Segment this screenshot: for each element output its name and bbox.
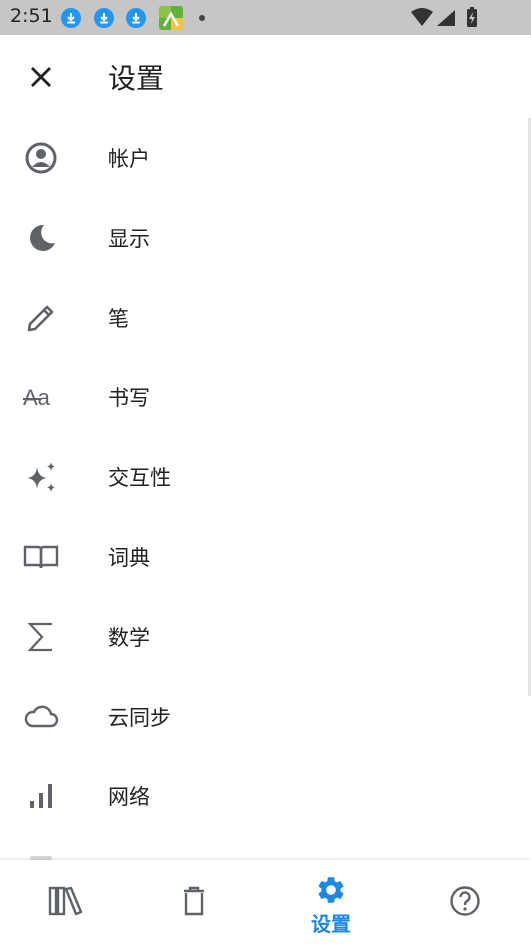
menu-item-label: 显示 xyxy=(108,226,150,251)
close-icon[interactable] xyxy=(26,62,56,92)
settings-menu: 帐户 显示 笔 Aa 书写 交互性 词典 数学 云同步 网络 xyxy=(0,117,527,835)
settings-header: 设置 xyxy=(0,35,531,117)
menu-item-cloud-sync[interactable]: 云同步 xyxy=(0,676,527,756)
sparkle-icon xyxy=(22,458,60,496)
download-notification-icon xyxy=(126,8,146,28)
menu-item-label: 帐户 xyxy=(108,147,150,171)
nav-settings[interactable]: 设置 xyxy=(265,860,397,944)
menu-item-label: 交互性 xyxy=(108,466,171,491)
status-time: 2:51 xyxy=(10,5,53,27)
menu-item-interactivity[interactable]: 交互性 xyxy=(0,436,527,516)
signal-bars-icon xyxy=(22,777,60,815)
system-status-icons xyxy=(409,7,495,33)
menu-item-label: 云同步 xyxy=(108,705,171,730)
svg-text:Aa: Aa xyxy=(23,385,51,410)
menu-item-account[interactable]: 帐户 xyxy=(0,117,527,197)
menu-item-math[interactable]: 数学 xyxy=(0,596,527,676)
menu-item-writing[interactable]: Aa 书写 xyxy=(0,356,527,436)
menu-item-label: 网络 xyxy=(108,785,150,810)
menu-item-display[interactable]: 显示 xyxy=(0,197,527,277)
menu-item-dictionary[interactable]: 词典 xyxy=(0,516,527,596)
status-bar: 2:51 xyxy=(0,0,531,35)
menu-item-label: 笔 xyxy=(108,306,129,331)
nav-trash[interactable] xyxy=(128,860,260,944)
trash-icon xyxy=(179,884,209,922)
menu-item-network[interactable]: 网络 xyxy=(0,755,527,835)
nav-settings-label: 设置 xyxy=(311,912,351,936)
page-title: 设置 xyxy=(108,62,165,95)
bottom-navigation: 设置 xyxy=(0,860,531,944)
nav-help[interactable] xyxy=(399,860,531,944)
account-circle-icon xyxy=(22,139,60,177)
menu-item-label: 数学 xyxy=(108,625,150,650)
menu-item-label: 词典 xyxy=(108,545,150,570)
library-icon xyxy=(47,884,85,922)
menu-item-label: 书写 xyxy=(108,386,150,411)
download-notification-icon xyxy=(94,8,114,28)
sigma-icon xyxy=(22,618,60,656)
download-notification-icon xyxy=(61,8,81,28)
pencil-icon xyxy=(22,299,60,337)
menu-item-pen[interactable]: 笔 xyxy=(0,277,527,357)
more-notifications-dot xyxy=(199,15,205,21)
moon-icon xyxy=(22,219,60,257)
help-icon xyxy=(448,884,482,922)
text-style-icon: Aa xyxy=(22,378,60,416)
gear-icon xyxy=(315,874,347,910)
book-icon xyxy=(22,538,60,576)
cloud-icon xyxy=(22,698,60,736)
nav-library[interactable] xyxy=(0,860,132,944)
app-notification-icon xyxy=(159,6,183,30)
